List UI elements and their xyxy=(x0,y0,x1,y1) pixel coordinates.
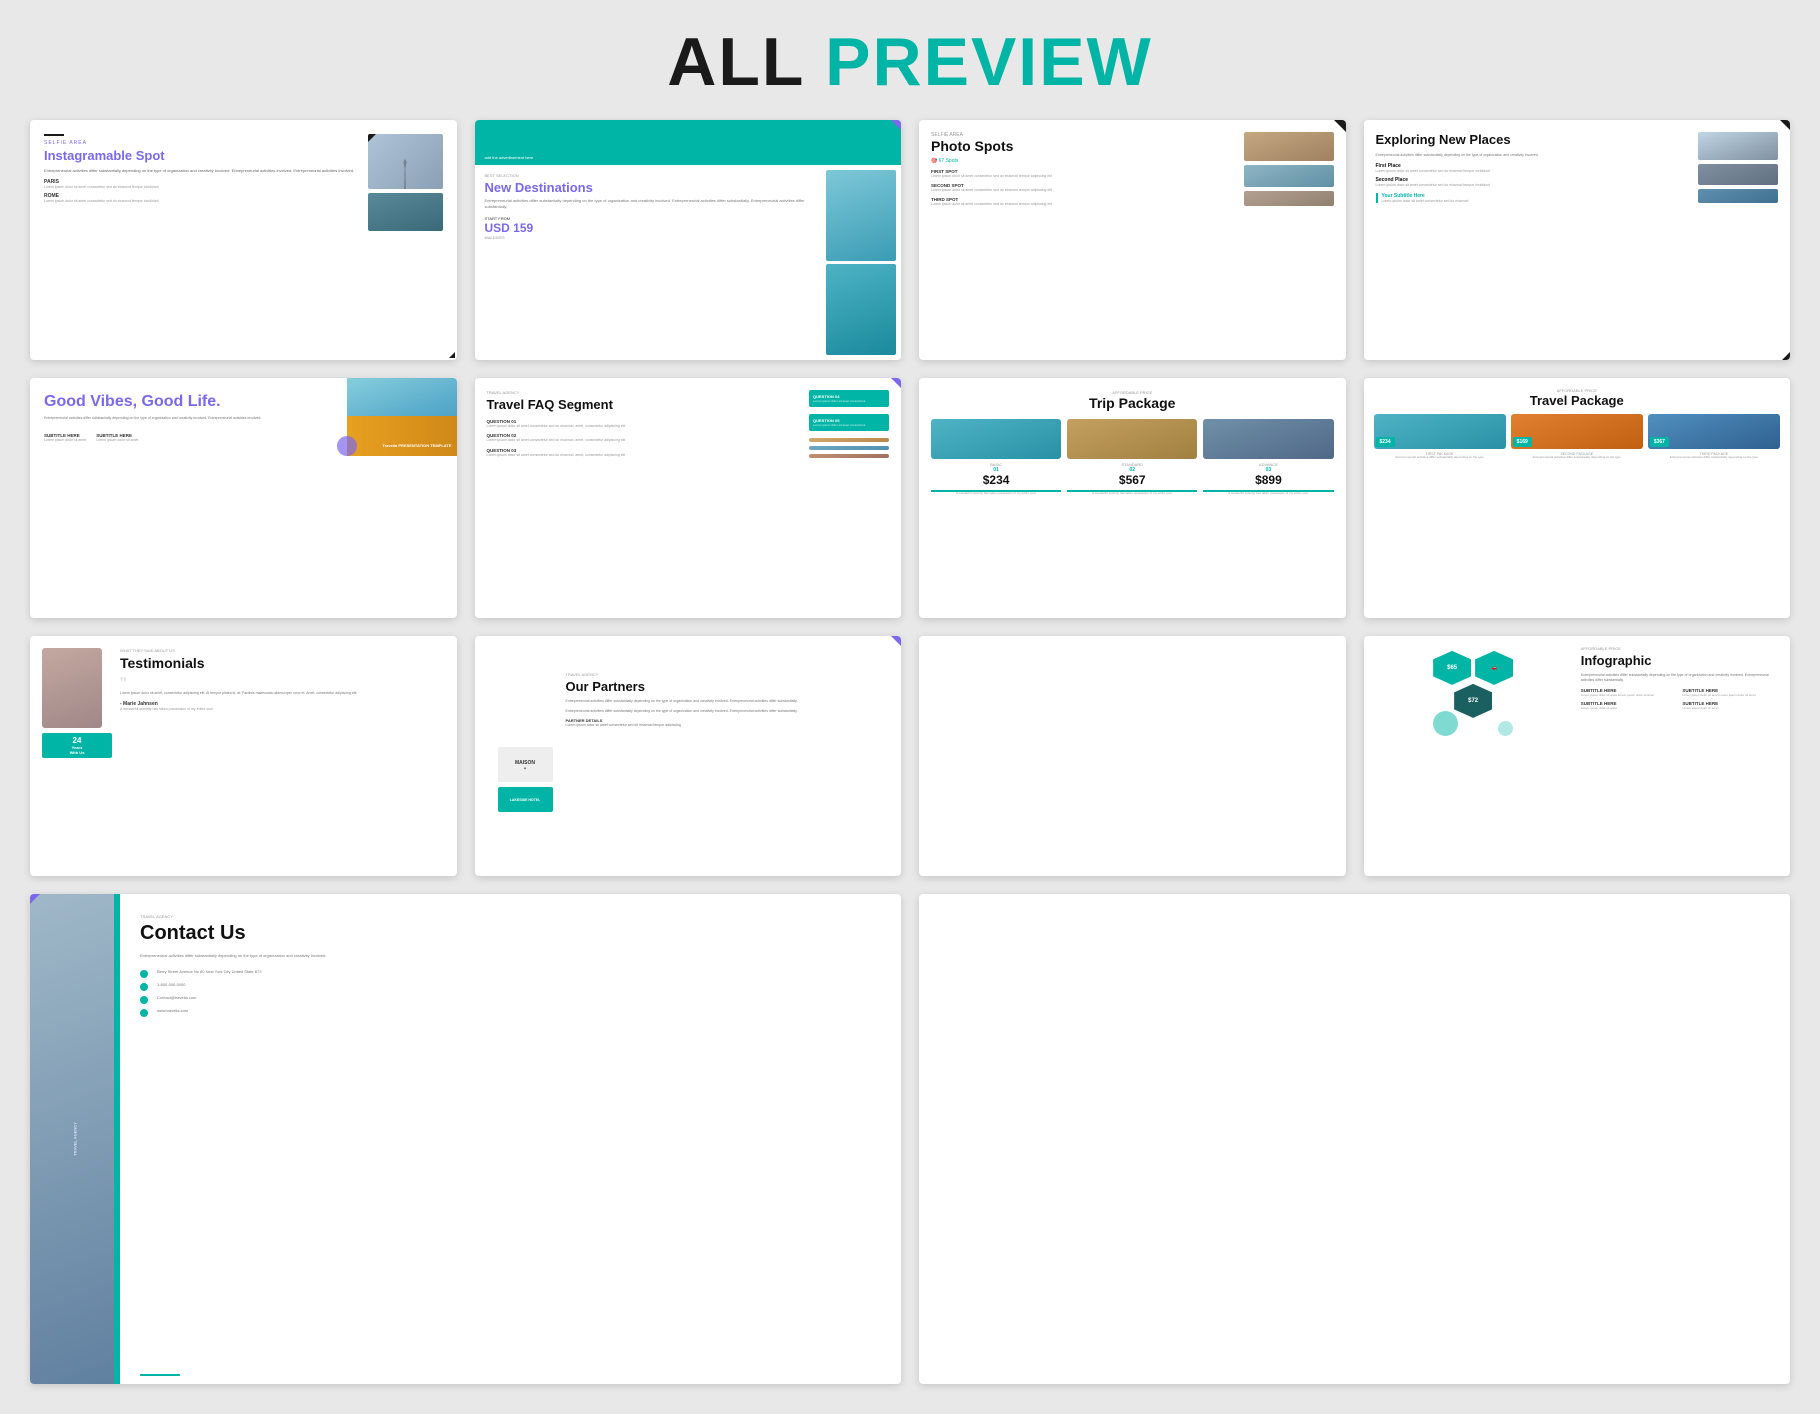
slide10-partner-text: Lorem ipsum dolor sit amet consectetur s… xyxy=(566,723,890,727)
slide6-title: Travel FAQ Segment xyxy=(487,397,804,413)
slide-thank-you: Travelia Thank You EXPLORE WILD ETHNIC N… xyxy=(919,894,1790,1384)
slide7-pkg1: BASIC 01 $234 A wonderful serenity has t… xyxy=(931,419,1061,496)
slide2-title: New Destinations xyxy=(485,180,812,196)
slide-photo-spots: SELFIE AREA Photo Spots 🎯 67 Spots FIRST… xyxy=(919,120,1346,360)
slide9-title: Testimonials xyxy=(120,655,445,672)
slide-instagramable: SELFIE AREA Instagramable Spot Entrepren… xyxy=(30,120,457,360)
slide-faq: TRAVEL AGENCY Travel FAQ Segment QUESTIO… xyxy=(475,378,902,618)
slide8-pkg1: $234 FIRST PACKAGE Entrepreneurial activ… xyxy=(1374,414,1506,460)
slide12-body: Entrepreneurial activities differ substa… xyxy=(1581,673,1780,684)
slide-partners: MAISON ◆ LAKESIDE HOTEL TRAVEL AGENCY Ou… xyxy=(475,636,902,876)
slide8-pkg2: $169 SECOND PACKAGE Entrepreneurial acti… xyxy=(1511,414,1643,460)
slide7-pkg3: ADVANCE 03 $899 A wonderful serenity has… xyxy=(1203,419,1333,496)
slide1-tag: SELFIE AREA xyxy=(44,140,360,146)
slide12-sub3: SUBTITLE HERE Lorem ipsum dolor sit amet xyxy=(1581,701,1679,710)
slide2-tag: BEST SELECTION xyxy=(485,173,812,178)
slide13-title: Contact Us xyxy=(140,922,881,945)
slide1-place1-desc: Lorem ipsum dolor sit amet consectetur s… xyxy=(44,185,360,189)
slide4-title: Exploring New Places xyxy=(1376,132,1693,149)
slide-break-time: Entrepreneurial activities differ substa… xyxy=(919,636,1346,876)
slide10-body: Entrepreneurial activities differ substa… xyxy=(566,699,890,704)
slide-good-vibes: Good Vibes, Good Life. Entrepreneurial a… xyxy=(30,378,457,618)
slide5-title: Good Vibes, Good Life. xyxy=(44,392,333,411)
slide12-title: Infographic xyxy=(1581,653,1780,668)
slide12-sub1: SUBTITLE HERE Lorem ipsum dolor sit amet… xyxy=(1581,688,1679,697)
slide2-price: USD 159 xyxy=(485,221,812,235)
slide3-spot1-text: Lorem ipsum dolor sit amet consectetur s… xyxy=(931,174,1238,178)
header-title-teal: PREVIEW xyxy=(825,24,1153,100)
slide-travel-package: AFFORDABLE PRICE Travel Package $234 FIR… xyxy=(1364,378,1791,618)
slide1-body: Entrepreneurial activities differ substa… xyxy=(44,168,360,174)
slide12-sub4: SUBTITLE HERE Lorem ipsum dolor sit amet xyxy=(1682,701,1780,710)
slide9-badge: 24 Years With Us xyxy=(42,733,112,758)
slide-trip-package: AFFORDABLE PRICE Trip Package BASIC 01 $… xyxy=(919,378,1346,618)
slide5-sub2-text: Lorem ipsum dolor sit amet xyxy=(96,438,138,442)
slide8-title: Travel Package xyxy=(1374,393,1781,408)
slide13-body: Entrepreneurial activities differ substa… xyxy=(140,953,340,959)
slide3-spot2-text: Lorem ipsum dolor sit amet consectetur s… xyxy=(931,188,1238,192)
slide5-body: Entrepreneurial activities differ substa… xyxy=(44,416,333,421)
slide6-qbox2: QUESTION 05 Lorem ipsum dolor sit amet c… xyxy=(809,414,889,431)
slide-testimonials: 24 Years With Us WHAT THEY SAID ABOUT US… xyxy=(30,636,457,876)
slide8-pkg3: $367 THIRD PACKAGE Entrepreneurial activ… xyxy=(1648,414,1780,460)
slide1-title: Instagramable Spot xyxy=(44,148,360,164)
slides-grid: SELFIE AREA Instagramable Spot Entrepren… xyxy=(0,120,1820,1414)
slide4-body: Entrepreneurial activities differ substa… xyxy=(1376,153,1693,158)
slide2-header: add the advertisement here xyxy=(485,155,534,160)
slide1-place2-desc: Lorem ipsum dolor sit amet consectetur s… xyxy=(44,199,360,203)
slide6-faq1-a: Lorem ipsum dolor sit amet consectetur s… xyxy=(487,424,804,429)
slide5-sub1-text: Lorem ipsum dolor sit amet xyxy=(44,438,86,442)
slide4-rank2-text: Lorem ipsum dolor sit amet consectetur s… xyxy=(1376,183,1693,187)
slide2-dest: MALDIVES xyxy=(485,235,812,240)
slide-infographic: $65 🚗 $72 AFFORDABLE PRICE Infographic E… xyxy=(1364,636,1791,876)
slide9-tag: WHAT THEY SAID ABOUT US xyxy=(120,648,445,653)
slide12-hex1-price: $65 xyxy=(1447,665,1457,671)
slide6-tag: TRAVEL AGENCY xyxy=(487,390,804,395)
slide10-title: Our Partners xyxy=(566,679,890,695)
slide13-contact3: Contact@travelia.com xyxy=(140,995,881,1004)
slide7-title: Trip Package xyxy=(931,395,1334,411)
slide3-count: 🎯 67 Spots xyxy=(931,158,1238,164)
slide6-qbox1: QUESTION 04 Lorem ipsum dolor sit amet c… xyxy=(809,390,889,407)
slide13-contact1: Berry Street Avenue No 80 New York City … xyxy=(140,969,881,978)
slide3-spot3-text: Lorem ipsum dolor sit amet consectetur s… xyxy=(931,202,1238,206)
slide12-tag: AFFORDABLE PRICE xyxy=(1581,646,1780,651)
slide13-tag: TRAVEL AGENCY xyxy=(140,914,881,919)
slide4-subtitle-text: Lorem ipsum dolor sit amet consectetur s… xyxy=(1382,199,1693,203)
slide10-body2: Entrepreneurial activities differ substa… xyxy=(566,709,890,714)
header-title-black: ALL xyxy=(667,24,804,100)
slide12-sub2: SUBTITLE HERE Lorem ipsum dolor sit amet… xyxy=(1682,688,1780,697)
slide3-title: Photo Spots xyxy=(931,138,1238,155)
slide6-faq3-a: Lorem ipsum dolor sit amet consectetur s… xyxy=(487,453,804,458)
slide13-contact4: www.travelia.com xyxy=(140,1008,881,1017)
slide-new-destinations: add the advertisement here BEST SELECTIO… xyxy=(475,120,902,360)
slide5-brand: Travelia PRESENTATION TEMPLATE xyxy=(382,443,451,448)
slide10-tag: TRAVEL AGENCY xyxy=(566,672,890,677)
slide9-author-sub: A wonderful serenity has taken possessio… xyxy=(120,707,445,711)
slide13-contact2: 1-800-000-0000 xyxy=(140,982,881,991)
slide4-rank1-text: Lorem ipsum dolor sit amet consectetur s… xyxy=(1376,169,1693,173)
page-header: ALL PREVIEW xyxy=(0,0,1820,120)
slide-contact: TRAVEL AGENCY TRAVEL AGENCY Contact Us E… xyxy=(30,894,901,1384)
slide6-faq2-a: Lorem ipsum dolor sit amet consectetur s… xyxy=(487,438,804,443)
slide-exploring: Exploring New Places Entrepreneurial act… xyxy=(1364,120,1791,360)
quote-mark-icon: " xyxy=(120,677,445,691)
slide9-quote: Lorem ipsum dolor sit amet, consectetur … xyxy=(120,691,445,696)
slide12-hex2-price: $72 xyxy=(1468,698,1478,704)
slide2-body: Entrepreneurial activities differ substa… xyxy=(485,198,812,210)
slide7-pkg2: STANDARD 02 $567 A wonderful serenity ha… xyxy=(1067,419,1197,496)
